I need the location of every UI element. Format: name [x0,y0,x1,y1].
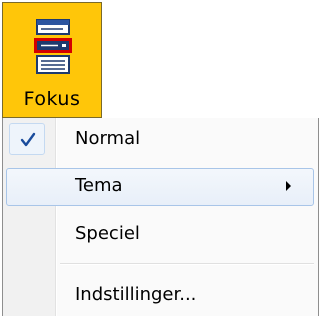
menu-item-normal-label: Normal [75,128,141,149]
document-printer-icon [34,19,72,74]
menu-item-indstillinger[interactable]: Indstillinger... [6,277,314,315]
menu-item-speciel-label: Speciel [75,223,140,244]
dropdown-menu: Normal Tema Speciel Indstillinger... [2,118,319,316]
menu-item-normal[interactable]: Normal [6,121,314,159]
menu-item-tema[interactable]: Tema [6,168,314,206]
menu-separator [60,263,314,265]
menu-item-tema-label: Tema [75,175,123,196]
triangle-right-icon [286,181,291,191]
screen: Fokus Normal Tema Speciel Indstillinger.… [0,0,321,316]
menu-item-speciel[interactable]: Speciel [6,216,314,254]
fokus-ribbon-button[interactable]: Fokus [2,2,102,118]
menu-item-indstillinger-label: Indstillinger... [75,284,197,305]
checkmark-icon [20,132,36,147]
fokus-label: Fokus [23,88,81,110]
check-indicator [9,123,45,155]
